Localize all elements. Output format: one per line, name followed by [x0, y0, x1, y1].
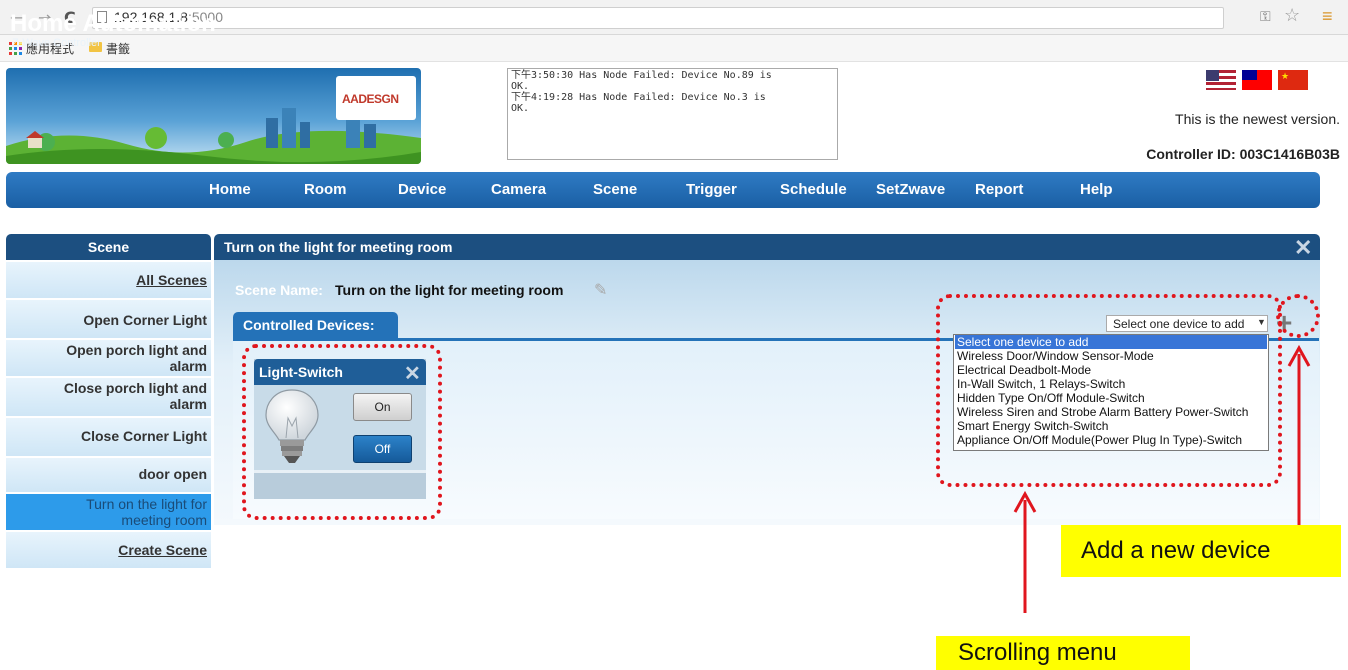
callout-add-device: Add a new device	[1061, 525, 1341, 577]
callout-scrolling-menu: Scrolling menu	[936, 636, 1190, 670]
